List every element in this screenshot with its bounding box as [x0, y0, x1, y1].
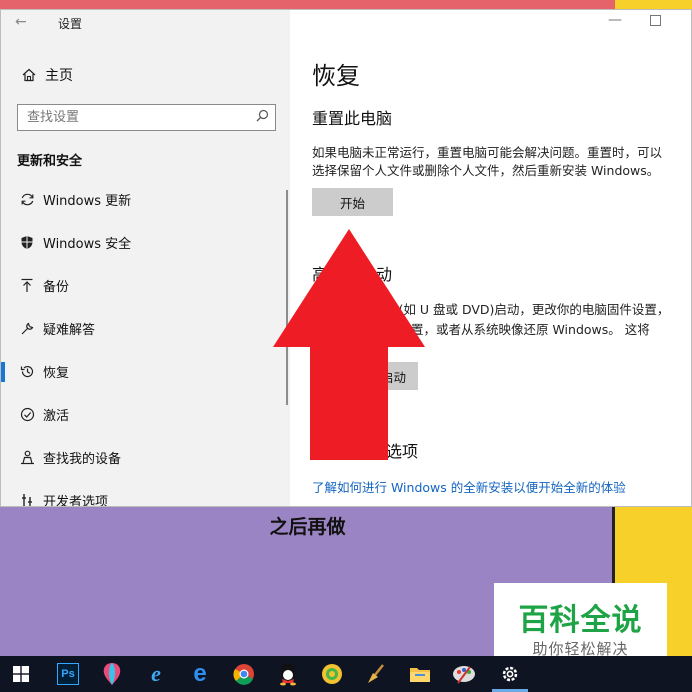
background-caption: 之后再做 [269, 516, 346, 538]
developer-icon [15, 493, 39, 506]
sidebar-item-label: 激活 [43, 409, 70, 424]
search-input[interactable] [18, 105, 248, 130]
edge-icon[interactable]: e [187, 660, 213, 687]
watermark-logo: 百科全说 助你轻松解决 [494, 583, 667, 666]
sidebar-item-find-my-device[interactable]: 查找我的设备 [1, 436, 286, 479]
sidebar: ← 设置 主页 更新和安全 Windows 更新 [1, 10, 290, 507]
sidebar-item-label: 查找我的设备 [43, 452, 122, 467]
page-title: 恢复 [312, 62, 360, 90]
maximize-button[interactable] [650, 15, 661, 26]
sidebar-nav: Windows 更新 Windows 安全 备份 疑难解答 恢复 激活 查找我的… [1, 178, 286, 507]
sidebar-item-windows-security[interactable]: Windows 安全 [1, 221, 286, 264]
photoshop-icon[interactable]: Ps [55, 661, 81, 687]
person-location-icon [15, 450, 39, 465]
paint-icon[interactable] [451, 661, 477, 687]
sidebar-item-label: 备份 [43, 280, 70, 295]
folder-icon[interactable] [407, 661, 433, 687]
ie-icon[interactable]: e [143, 661, 169, 687]
wrench-icon [15, 321, 39, 336]
settings-gear-icon[interactable] [497, 661, 523, 687]
upload-icon [15, 278, 39, 293]
windows-start-icon[interactable] [8, 661, 34, 687]
search-icon[interactable] [256, 109, 269, 126]
home-icon [17, 68, 41, 82]
sidebar-item-label: Windows 更新 [43, 194, 132, 209]
chrome-icon[interactable] [231, 661, 257, 687]
sidebar-item-activation[interactable]: 激活 [1, 393, 286, 436]
reset-pc-description: 如果电脑未正常运行，重置电脑可能会解决问题。重置时，可以 选择保留个人文件或删除… [312, 144, 691, 180]
sidebar-item-recovery[interactable]: 恢复 [1, 350, 286, 393]
reset-desc-line: 选择保留个人文件或删除个人文件，然后重新安装 Windows。 [312, 163, 660, 178]
sidebar-item-label: 开发者选项 [43, 495, 109, 507]
sidebar-item-developer-options[interactable]: 开发者选项 [1, 479, 286, 507]
balloon-icon[interactable] [99, 661, 125, 687]
back-arrow-icon[interactable]: ← [15, 14, 27, 30]
reset-start-button[interactable]: 开始 [312, 188, 393, 216]
sidebar-item-label: 恢复 [43, 366, 70, 381]
sidebar-item-windows-update[interactable]: Windows 更新 [1, 178, 286, 221]
fresh-install-link[interactable]: 了解如何进行 Windows 的全新安装以便开始全新的体验 [312, 477, 626, 496]
history-icon [15, 364, 39, 379]
sidebar-item-label: 主页 [45, 68, 73, 84]
section-header: 更新和安全 [17, 154, 83, 169]
sidebar-item-label: Windows 安全 [43, 237, 132, 252]
broom-icon[interactable] [363, 661, 389, 687]
taskbar: Ps e e [0, 656, 692, 692]
sidebar-item-label: 疑难解答 [43, 323, 96, 338]
red-arrow-annotation [273, 229, 425, 460]
browser-360-icon[interactable] [319, 661, 345, 687]
search-box[interactable] [17, 104, 276, 131]
watermark-title: 百科全说 [518, 603, 643, 638]
window-title: 设置 [58, 17, 83, 31]
qq-icon[interactable] [275, 661, 301, 687]
sidebar-item-troubleshoot[interactable]: 疑难解答 [1, 307, 286, 350]
sidebar-item-backup[interactable]: 备份 [1, 264, 286, 307]
reset-desc-line: 如果电脑未正常运行，重置电脑可能会解决问题。重置时，可以 [312, 145, 663, 160]
sidebar-item-home[interactable]: 主页 [17, 65, 73, 85]
shield-icon [15, 235, 39, 250]
sync-icon [15, 192, 39, 207]
minimize-button[interactable]: — [608, 12, 622, 28]
check-circle-icon [15, 407, 39, 422]
reset-pc-heading: 重置此电脑 [312, 109, 393, 128]
